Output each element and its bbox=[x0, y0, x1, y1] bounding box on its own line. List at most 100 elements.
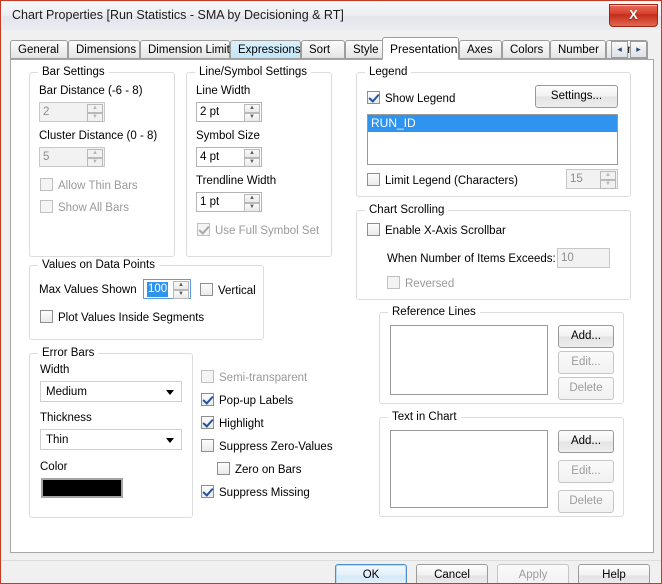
legend-listbox[interactable]: RUN_ID bbox=[367, 114, 618, 165]
values-on-data-points-group: Values on Data Points Max Values Shown 1… bbox=[29, 259, 264, 340]
tab-dimension-limits[interactable]: Dimension Limits bbox=[140, 40, 236, 59]
dialog-client-area: General Dimensions Dimension Limits Expr… bbox=[2, 30, 661, 583]
line-width-spin-buttons[interactable]: ▲ ▼ bbox=[244, 104, 260, 122]
text-in-chart-edit-button[interactable]: Edit... bbox=[558, 460, 614, 483]
trendline-width-stepper[interactable]: 1 pt ▲ ▼ bbox=[196, 192, 262, 212]
symbol-size-label: Symbol Size bbox=[196, 130, 260, 142]
vertical-checkbox[interactable]: Vertical bbox=[200, 283, 256, 298]
reversed-checkbox[interactable]: Reversed bbox=[387, 276, 454, 291]
line-width-stepper[interactable]: 2 pt ▲ ▼ bbox=[196, 102, 262, 122]
suppress-zero-values-checkbox[interactable]: Suppress Zero-Values bbox=[201, 439, 333, 454]
error-bar-thickness-label: Thickness bbox=[40, 412, 92, 424]
spin-up-icon[interactable]: ▲ bbox=[244, 149, 260, 158]
suppress-missing-checkbox[interactable]: Suppress Missing bbox=[201, 485, 310, 500]
max-values-shown-stepper[interactable]: 100 ▲ ▼ bbox=[143, 279, 191, 299]
reference-lines-edit-button[interactable]: Edit... bbox=[558, 351, 614, 374]
limit-legend-spin-buttons[interactable]: ▲ ▼ bbox=[600, 171, 616, 189]
when-items-exceeds-value: 10 bbox=[561, 252, 574, 264]
tab-presentation[interactable]: Presentation bbox=[382, 37, 459, 60]
line-symbol-settings-group: Line/Symbol Settings Line Width 2 pt ▲ ▼… bbox=[186, 66, 332, 257]
max-values-shown-spin-buttons[interactable]: ▲ ▼ bbox=[173, 281, 189, 299]
tab-general[interactable]: General bbox=[10, 40, 68, 59]
symbol-size-value: 4 pt bbox=[200, 151, 220, 163]
use-full-symbol-set-checkbox[interactable]: Use Full Symbol Set bbox=[197, 223, 319, 238]
reference-lines-title: Reference Lines bbox=[388, 306, 480, 318]
spin-down-icon[interactable]: ▼ bbox=[600, 180, 616, 189]
spin-up-icon[interactable]: ▲ bbox=[600, 171, 616, 180]
checkbox-box bbox=[201, 439, 214, 452]
spin-down-icon[interactable]: ▼ bbox=[173, 290, 189, 299]
tab-sort[interactable]: Sort bbox=[301, 40, 345, 59]
spin-up-icon[interactable]: ▲ bbox=[87, 149, 103, 158]
legend-settings-button[interactable]: Settings... bbox=[535, 85, 618, 108]
spin-down-icon[interactable]: ▼ bbox=[244, 203, 260, 212]
text-in-chart-add-button[interactable]: Add... bbox=[558, 430, 614, 453]
reference-lines-add-button[interactable]: Add... bbox=[558, 325, 614, 348]
tab-scroll-prev-button[interactable]: ◂ bbox=[611, 41, 628, 58]
chart-scrolling-group: Chart Scrolling Enable X-Axis Scrollbar … bbox=[356, 204, 631, 300]
spin-up-icon[interactable]: ▲ bbox=[244, 104, 260, 113]
checkbox-box bbox=[367, 91, 380, 104]
line-width-label: Line Width bbox=[196, 85, 251, 97]
limit-legend-label: Limit Legend (Characters) bbox=[385, 175, 518, 187]
highlight-checkbox[interactable]: Highlight bbox=[201, 416, 264, 431]
tab-colors[interactable]: Colors bbox=[502, 40, 550, 59]
checkbox-box bbox=[40, 178, 53, 191]
bar-distance-spin-buttons[interactable]: ▲ ▼ bbox=[87, 104, 103, 122]
symbol-size-spin-buttons[interactable]: ▲ ▼ bbox=[244, 149, 260, 167]
list-item[interactable]: RUN_ID bbox=[368, 115, 617, 132]
zero-on-bars-checkbox[interactable]: Zero on Bars bbox=[217, 462, 301, 477]
help-button[interactable]: Help bbox=[578, 564, 650, 583]
ok-button[interactable]: OK bbox=[335, 564, 407, 583]
error-bar-color-swatch[interactable] bbox=[41, 478, 123, 498]
vertical-label: Vertical bbox=[218, 285, 256, 297]
checkbox-box bbox=[200, 283, 213, 296]
trendline-width-spin-buttons[interactable]: ▲ ▼ bbox=[244, 194, 260, 212]
text-in-chart-delete-button[interactable]: Delete bbox=[558, 490, 614, 513]
checkbox-box bbox=[201, 393, 214, 406]
suppress-zero-values-label: Suppress Zero-Values bbox=[219, 441, 333, 453]
enable-x-axis-scrollbar-checkbox[interactable]: Enable X-Axis Scrollbar bbox=[367, 223, 506, 238]
spin-down-icon[interactable]: ▼ bbox=[87, 113, 103, 122]
chevron-left-icon: ◂ bbox=[617, 44, 622, 54]
tab-dimensions[interactable]: Dimensions bbox=[68, 40, 140, 59]
spin-down-icon[interactable]: ▼ bbox=[87, 158, 103, 167]
symbol-size-stepper[interactable]: 4 pt ▲ ▼ bbox=[196, 147, 262, 167]
allow-thin-bars-checkbox[interactable]: Allow Thin Bars bbox=[40, 178, 138, 193]
limit-legend-checkbox[interactable]: Limit Legend (Characters) bbox=[367, 173, 518, 188]
semi-transparent-checkbox[interactable]: Semi-transparent bbox=[201, 370, 307, 385]
bar-distance-stepper[interactable]: 2 ▲ ▼ bbox=[39, 102, 105, 122]
cancel-button[interactable]: Cancel bbox=[416, 564, 488, 583]
legend-title: Legend bbox=[365, 66, 412, 78]
error-bar-width-select[interactable]: Medium bbox=[40, 381, 182, 402]
when-items-exceeds-field[interactable]: 10 bbox=[557, 248, 610, 268]
cluster-distance-stepper[interactable]: 5 ▲ ▼ bbox=[39, 147, 105, 167]
tab-axes[interactable]: Axes bbox=[459, 40, 502, 59]
apply-button[interactable]: Apply bbox=[497, 564, 569, 583]
spin-up-icon[interactable]: ▲ bbox=[173, 281, 189, 290]
text-in-chart-listbox[interactable] bbox=[390, 430, 548, 508]
line-width-value: 2 pt bbox=[200, 106, 220, 118]
error-bar-thickness-value: Thin bbox=[46, 434, 69, 446]
checkbox-box bbox=[201, 485, 214, 498]
reversed-label: Reversed bbox=[405, 278, 455, 290]
popup-labels-checkbox[interactable]: Pop-up Labels bbox=[201, 393, 293, 408]
close-button[interactable]: X bbox=[609, 4, 658, 27]
limit-legend-stepper[interactable]: 15 ▲ ▼ bbox=[566, 169, 618, 189]
show-legend-checkbox[interactable]: Show Legend bbox=[367, 91, 455, 106]
error-bar-color-label: Color bbox=[40, 461, 68, 473]
spin-down-icon[interactable]: ▼ bbox=[244, 158, 260, 167]
cluster-distance-spin-buttons[interactable]: ▲ ▼ bbox=[87, 149, 103, 167]
show-all-bars-checkbox[interactable]: Show All Bars bbox=[40, 200, 129, 215]
spin-down-icon[interactable]: ▼ bbox=[244, 113, 260, 122]
reference-lines-listbox[interactable] bbox=[390, 325, 548, 395]
spin-up-icon[interactable]: ▲ bbox=[87, 104, 103, 113]
checkbox-box bbox=[201, 370, 214, 383]
reference-lines-delete-button[interactable]: Delete bbox=[558, 377, 614, 400]
tab-scroll-next-button[interactable]: ▸ bbox=[630, 41, 647, 58]
tab-expressions[interactable]: Expressions bbox=[230, 40, 301, 59]
spin-up-icon[interactable]: ▲ bbox=[244, 194, 260, 203]
plot-values-inside-segments-checkbox[interactable]: Plot Values Inside Segments bbox=[40, 310, 204, 325]
error-bar-thickness-select[interactable]: Thin bbox=[40, 429, 182, 450]
tab-number[interactable]: Number bbox=[550, 40, 606, 59]
